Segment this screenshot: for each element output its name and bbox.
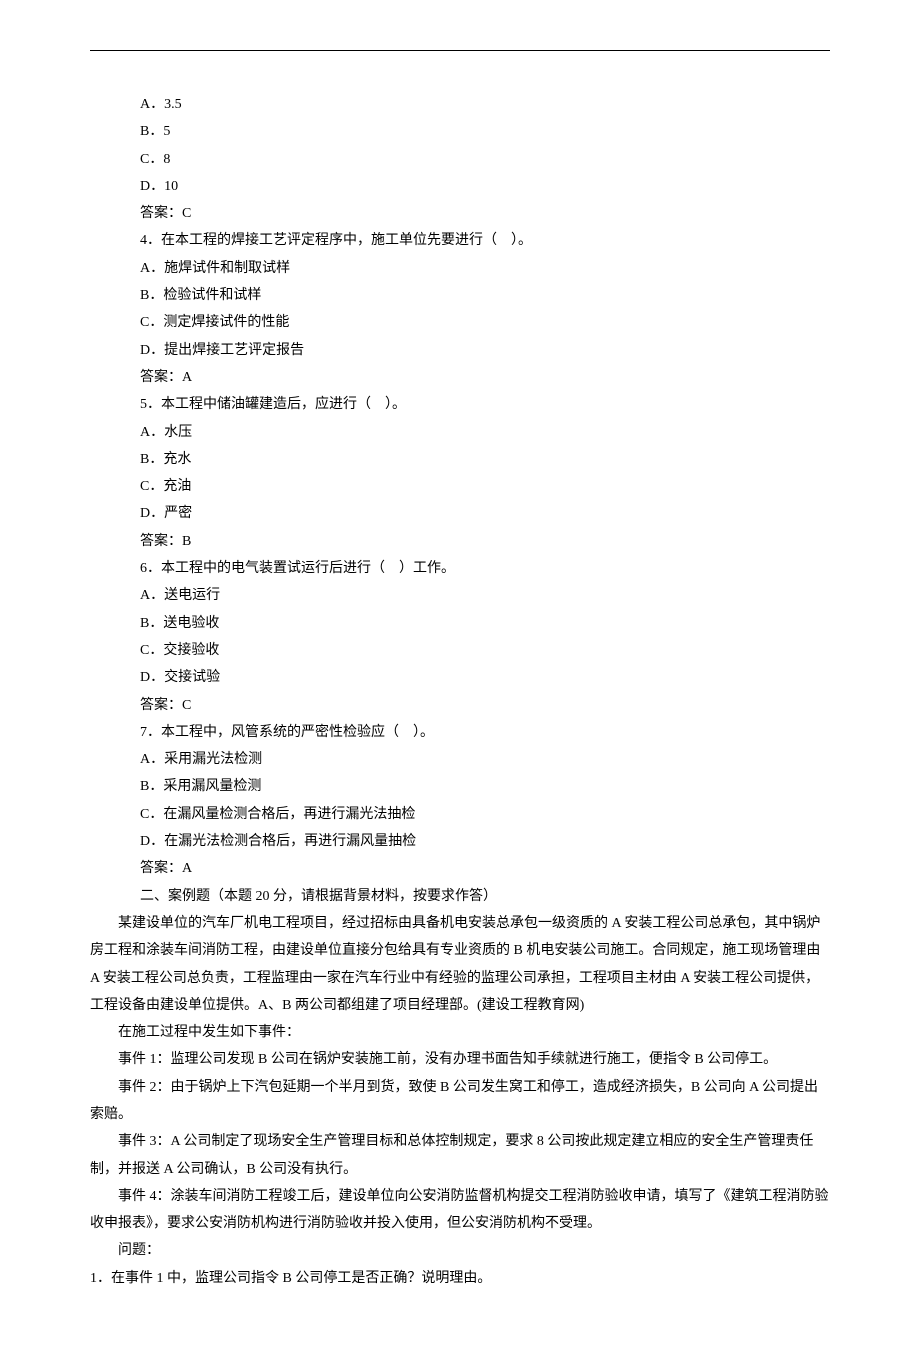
q5-answer: 答案：B [90, 528, 830, 555]
q7-option-b: B．采用漏风量检测 [90, 773, 830, 800]
q7-option-c: C．在漏风量检测合格后，再进行漏光法抽检 [90, 801, 830, 828]
case-event-4: 事件 4：涂装车间消防工程竣工后，建设单位向公安消防监督机构提交工程消防验收申请… [90, 1183, 830, 1238]
q6-option-b: B．送电验收 [90, 610, 830, 637]
q7-stem: 7．本工程中，风管系统的严密性检验应（ ）。 [90, 719, 830, 746]
q6-option-d: D．交接试验 [90, 664, 830, 691]
q3-option-b: B．5 [90, 118, 830, 145]
case-question-1: 1．在事件 1 中，监理公司指令 B 公司停工是否正确？说明理由。 [90, 1265, 830, 1292]
case-event-1: 事件 1：监理公司发现 B 公司在锅炉安装施工前，没有办理书面告知手续就进行施工… [90, 1046, 830, 1073]
q3-answer: 答案：C [90, 200, 830, 227]
q3-option-d: D．10 [90, 173, 830, 200]
q7-option-a: A．采用漏光法检测 [90, 746, 830, 773]
q7-answer: 答案：A [90, 855, 830, 882]
q4-option-b: B．检验试件和试样 [90, 282, 830, 309]
q5-stem: 5．本工程中储油罐建造后，应进行（ ）。 [90, 391, 830, 418]
section2-heading: 二、案例题（本题 20 分，请根据背景材料，按要求作答） [90, 883, 830, 910]
case-event-2: 事件 2：由于锅炉上下汽包延期一个半月到货，致使 B 公司发生窝工和停工，造成经… [90, 1074, 830, 1129]
q4-option-c: C．测定焊接试件的性能 [90, 309, 830, 336]
case-questions-label: 问题： [90, 1237, 830, 1264]
q5-option-d: D．严密 [90, 500, 830, 527]
q6-stem: 6．本工程中的电气装置试运行后进行（ ）工作。 [90, 555, 830, 582]
q6-option-c: C．交接验收 [90, 637, 830, 664]
q5-option-c: C．充油 [90, 473, 830, 500]
q5-option-b: B．充水 [90, 446, 830, 473]
q3-option-a: A．3.5 [90, 91, 830, 118]
q4-stem: 4．在本工程的焊接工艺评定程序中，施工单位先要进行（ ）。 [90, 227, 830, 254]
case-paragraph-1: 某建设单位的汽车厂机电工程项目，经过招标由具备机电安装总承包一级资质的 A 安装… [90, 910, 830, 1019]
q6-answer: 答案：C [90, 692, 830, 719]
q5-option-a: A．水压 [90, 419, 830, 446]
q4-option-d: D．提出焊接工艺评定报告 [90, 337, 830, 364]
q3-option-c: C．8 [90, 146, 830, 173]
q4-answer: 答案：A [90, 364, 830, 391]
q6-option-a: A．送电运行 [90, 582, 830, 609]
case-event-3: 事件 3：A 公司制定了现场安全生产管理目标和总体控制规定，要求 8 公司按此规… [90, 1128, 830, 1183]
q7-option-d: D．在漏光法检测合格后，再进行漏风量抽检 [90, 828, 830, 855]
case-paragraph-2: 在施工过程中发生如下事件： [90, 1019, 830, 1046]
q4-option-a: A．施焊试件和制取试样 [90, 255, 830, 282]
top-rule [90, 50, 830, 51]
